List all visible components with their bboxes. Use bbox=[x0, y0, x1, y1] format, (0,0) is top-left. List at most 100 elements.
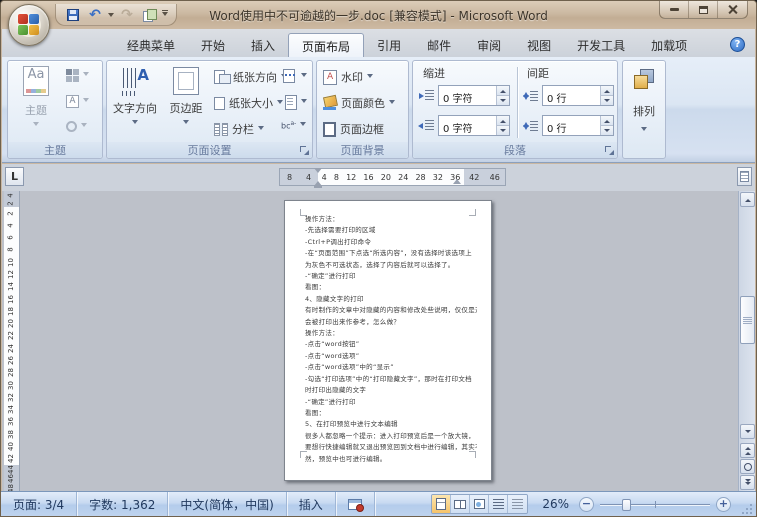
indent-markers[interactable] bbox=[313, 168, 322, 188]
zoom-out-button[interactable]: − bbox=[579, 496, 594, 512]
next-page-button[interactable] bbox=[740, 475, 755, 490]
space-after-value[interactable]: 0 行 bbox=[543, 116, 600, 135]
ribbon-tab[interactable]: 页面布局 bbox=[288, 33, 365, 57]
window-resize-grip[interactable] bbox=[741, 503, 754, 516]
ruler-toggle-button[interactable] bbox=[737, 167, 752, 186]
space-before-spinner[interactable]: 0 行 bbox=[542, 85, 614, 106]
theme-fonts-button[interactable]: A bbox=[66, 95, 89, 108]
spacing-label: 间距 bbox=[527, 67, 549, 80]
paragraph-divider bbox=[517, 67, 518, 138]
themes-button[interactable]: 主题 bbox=[14, 66, 58, 129]
vertical-ruler[interactable]: 42 2 4 6 8 10 12 14 16 18 20 22 24 26 28 30 32 34 36 38 40 4… bbox=[4, 191, 20, 493]
spin-down-button[interactable] bbox=[497, 96, 509, 105]
ribbon-tab[interactable]: 经典菜单 bbox=[114, 33, 188, 57]
line-numbers-button[interactable] bbox=[283, 95, 307, 110]
spin-up-button[interactable] bbox=[497, 86, 509, 96]
vertical-scrollbar[interactable] bbox=[738, 191, 755, 493]
ribbon: 主题 A 主题 文字方向 bbox=[2, 57, 755, 163]
minimize-button[interactable] bbox=[660, 1, 689, 18]
scroll-down-button[interactable] bbox=[740, 424, 755, 439]
restore-button[interactable] bbox=[689, 1, 718, 18]
text-direction-button[interactable]: 文字方向 bbox=[109, 66, 161, 127]
word-count[interactable]: 字数: 1,362 bbox=[77, 492, 169, 516]
ribbon-tab[interactable]: 引用 bbox=[364, 33, 414, 57]
title-bar[interactable]: ↶ ↷ Word使用中不可逾越的一步.doc [兼容模式] - Microsof… bbox=[1, 1, 756, 29]
help-button[interactable]: ? bbox=[730, 37, 745, 52]
language-indicator[interactable]: 中文(简体，中国) bbox=[168, 492, 287, 516]
first-line-indent-marker[interactable] bbox=[313, 168, 322, 177]
margins-button[interactable]: 页边距 bbox=[163, 67, 209, 127]
chevron-down-icon bbox=[83, 72, 89, 79]
indent-right-spinner[interactable]: 0 字符 bbox=[438, 115, 510, 136]
spinner-arrows bbox=[496, 116, 509, 135]
zoom-in-button[interactable]: + bbox=[716, 496, 731, 512]
horizontal-ruler[interactable]: 84 4 8 12 16 20 24 28 32 36 42 46 bbox=[279, 168, 506, 188]
web-layout-view-button[interactable] bbox=[470, 495, 490, 513]
page-borders-button[interactable]: 页面边框 bbox=[323, 121, 384, 137]
document-text-line: 5、在打印预览中进行文本编辑 bbox=[305, 420, 398, 429]
hyphenation-button[interactable]: bca- bbox=[281, 121, 307, 131]
spin-down-button[interactable] bbox=[601, 96, 613, 105]
spin-up-button[interactable] bbox=[497, 116, 509, 126]
macro-record-button[interactable] bbox=[336, 492, 375, 516]
columns-button[interactable]: 分栏 bbox=[214, 121, 264, 137]
zoom-slider-thumb[interactable] bbox=[622, 498, 631, 511]
draft-view-button[interactable] bbox=[508, 495, 528, 513]
indent-left-value[interactable]: 0 字符 bbox=[439, 86, 496, 105]
ribbon-tab[interactable]: 开发工具 bbox=[564, 33, 638, 57]
outline-view-button[interactable] bbox=[489, 495, 509, 513]
page-borders-icon bbox=[323, 121, 336, 137]
paper-size-button[interactable]: 纸张大小 bbox=[214, 95, 283, 111]
scroll-up-button[interactable] bbox=[740, 192, 755, 207]
ribbon-tab[interactable]: 加载项 bbox=[638, 33, 700, 57]
page-indicator[interactable]: 页面: 3/4 bbox=[1, 492, 78, 516]
zoom-slider-track[interactable] bbox=[600, 497, 710, 512]
vruler-bottom: 44 46 48 bbox=[4, 465, 19, 493]
document-text[interactable]: 操作方法： -先选择需要打印的区域 -Ctrl+P调出打印命令 -在“页面范围”下点选… bbox=[305, 214, 477, 465]
indent-right-value[interactable]: 0 字符 bbox=[439, 116, 496, 135]
ribbon-tab[interactable]: 开始 bbox=[188, 33, 238, 57]
arrow-down-icon bbox=[744, 429, 751, 436]
scrollbar-thumb[interactable] bbox=[740, 296, 755, 344]
theme-colors-button[interactable] bbox=[66, 69, 89, 82]
page-setup-dialog-launcher[interactable] bbox=[298, 144, 310, 156]
ribbon-tab[interactable]: 审阅 bbox=[464, 33, 514, 57]
tab-stop-selector[interactable]: L bbox=[5, 167, 24, 186]
document-text-line: -“确定”进行打印 bbox=[305, 397, 356, 406]
page-color-button[interactable]: 页面颜色 bbox=[323, 95, 395, 111]
chevron-down-icon bbox=[367, 73, 373, 81]
chevron-down-icon bbox=[301, 72, 307, 80]
indent-left-spinner[interactable]: 0 字符 bbox=[438, 85, 510, 106]
document-canvas[interactable]: 操作方法： -先选择需要打印的区域 -Ctrl+P调出打印命令 -在“页面范围”下点选… bbox=[21, 191, 738, 493]
document-page[interactable]: 操作方法： -先选择需要打印的区域 -Ctrl+P调出打印命令 -在“页面范围”下点选… bbox=[284, 200, 492, 481]
paragraph-dialog-launcher[interactable] bbox=[603, 144, 615, 156]
office-button[interactable] bbox=[8, 4, 50, 46]
close-button[interactable] bbox=[718, 1, 747, 18]
spin-up-button[interactable] bbox=[601, 86, 613, 96]
hanging-indent-marker[interactable] bbox=[313, 177, 322, 186]
zoom-level[interactable]: 26% bbox=[542, 497, 569, 511]
orientation-button[interactable]: 纸张方向 bbox=[214, 69, 287, 85]
theme-effects-button[interactable] bbox=[66, 121, 87, 132]
ribbon-tab[interactable]: 视图 bbox=[514, 33, 564, 57]
space-before-value[interactable]: 0 行 bbox=[543, 86, 600, 105]
breaks-button[interactable] bbox=[283, 69, 307, 83]
right-indent-marker[interactable] bbox=[453, 175, 461, 184]
word-window: ↶ ↷ Word使用中不可逾越的一步.doc [兼容模式] - Microsof… bbox=[0, 0, 757, 517]
spin-down-button[interactable] bbox=[601, 126, 613, 135]
select-browse-object-button[interactable] bbox=[740, 459, 755, 474]
space-after-spinner[interactable]: 0 行 bbox=[542, 115, 614, 136]
watermark-button[interactable]: 水印 bbox=[323, 69, 373, 85]
ribbon-tab[interactable]: 插入 bbox=[238, 33, 288, 57]
full-screen-reading-view-button[interactable] bbox=[451, 495, 471, 513]
office-logo-icon bbox=[17, 13, 41, 37]
arrange-button[interactable]: 排列 bbox=[625, 69, 663, 134]
insert-mode-indicator[interactable]: 插入 bbox=[287, 492, 336, 516]
ribbon-tab[interactable]: 邮件 bbox=[414, 33, 464, 57]
previous-page-button[interactable] bbox=[740, 443, 755, 458]
left-indent-marker[interactable] bbox=[313, 186, 322, 188]
spin-down-button[interactable] bbox=[497, 126, 509, 135]
print-layout-view-button[interactable] bbox=[432, 495, 452, 513]
spin-up-button[interactable] bbox=[601, 116, 613, 126]
ruler-number: 20 bbox=[6, 319, 15, 329]
